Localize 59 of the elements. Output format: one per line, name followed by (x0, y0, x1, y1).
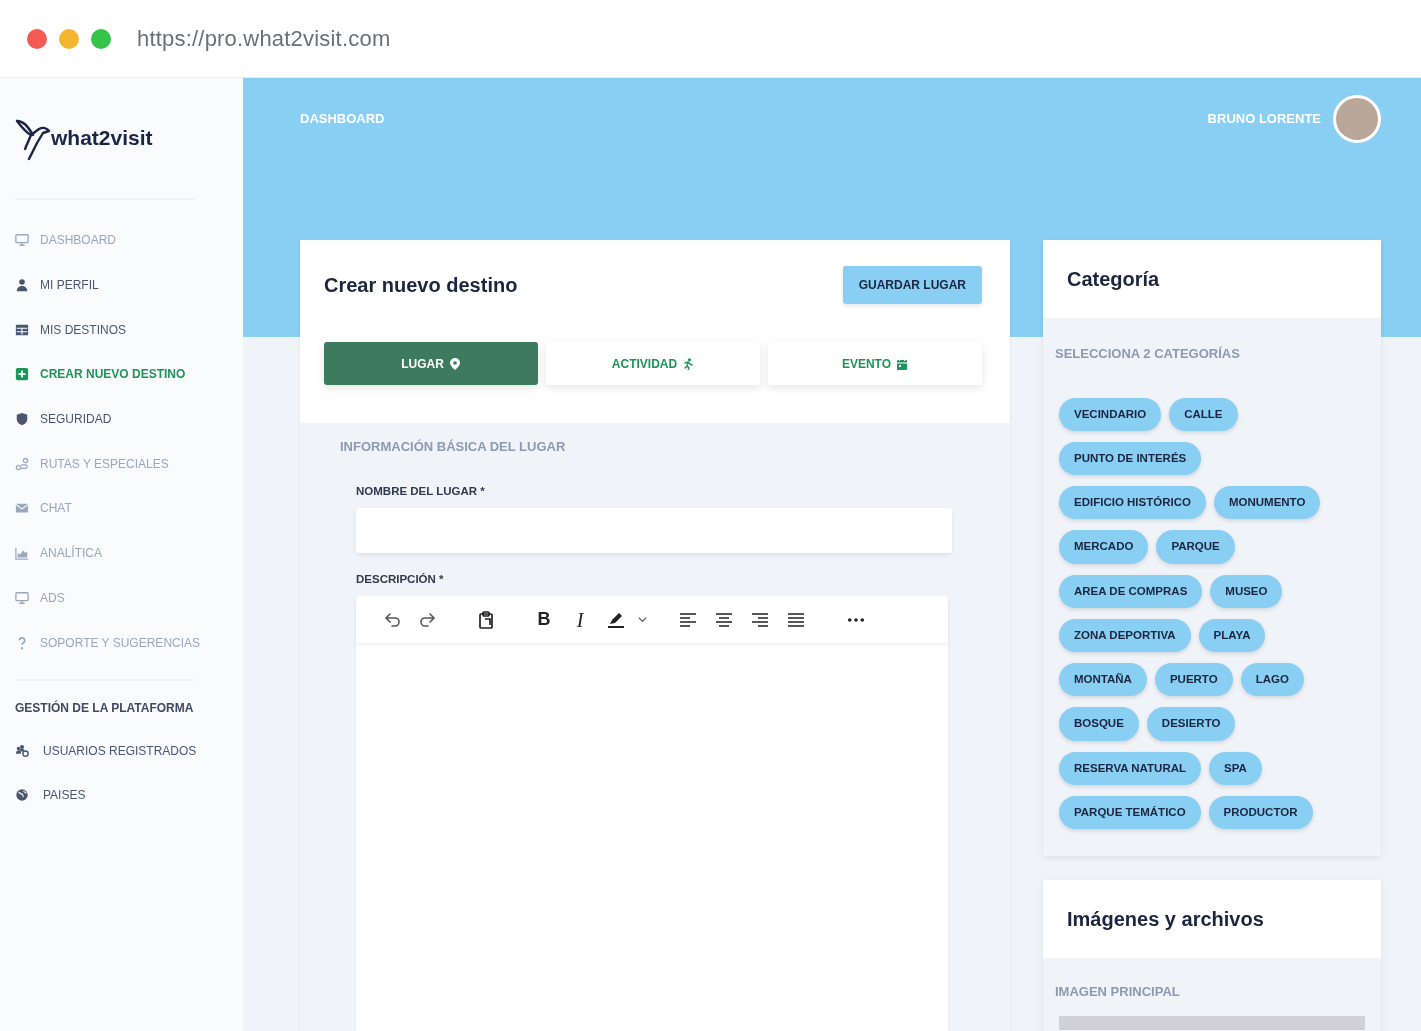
italic-button[interactable]: I (562, 604, 598, 635)
category-chip[interactable]: MERCADO (1059, 530, 1149, 564)
field-label: DESCRIPCIÓN * (356, 571, 445, 587)
address-bar-url[interactable]: https://pro.what2visit.com (137, 22, 391, 55)
name-input-field[interactable] (356, 507, 952, 553)
category-chip[interactable]: PLAYA (1198, 618, 1266, 652)
maximize-window-icon[interactable] (91, 28, 111, 49)
category-chip[interactable]: LAGO (1240, 663, 1304, 697)
plus-square-icon (15, 367, 29, 382)
shield-icon (15, 412, 29, 427)
route-icon (15, 456, 29, 471)
category-chip[interactable]: MONUMENTO (1213, 486, 1321, 520)
field-label: NOMBRE DEL LUGAR * (356, 483, 486, 499)
running-person-icon (682, 358, 695, 371)
close-window-icon[interactable] (27, 28, 47, 49)
sidebar-item[interactable]: MI PERFIL (15, 262, 228, 308)
save-button[interactable]: GUARDAR LUGAR (842, 266, 982, 304)
category-chip[interactable]: AREA DE COMPRAS (1059, 574, 1203, 608)
category-chip[interactable]: MUSEO (1210, 574, 1283, 608)
category-chip[interactable]: PUNTO DE INTERÉS (1059, 441, 1202, 475)
category-chip[interactable]: PARQUE (1156, 530, 1235, 564)
category-hint: SELECCIONA 2 CATEGORÍAS (1054, 345, 1241, 363)
category-chip[interactable]: ZONA DEPORTIVA (1059, 618, 1191, 652)
type-tab[interactable]: ACTIVIDAD (546, 342, 760, 385)
card-title: Imágenes y archivos (1067, 907, 1265, 932)
category-chip[interactable]: SPA (1209, 751, 1262, 785)
section-heading: INFORMACIÓN BÁSICA DEL LUGAR (340, 438, 567, 456)
section-heading: GESTIÓN DE LA PLATAFORMA (15, 699, 195, 717)
user-icon (15, 278, 29, 293)
calendar-icon (896, 358, 909, 371)
table-icon (15, 322, 29, 337)
category-chip[interactable]: PARQUE TEMÁTICO (1059, 795, 1201, 829)
sidebar-item[interactable]: SEGURIDAD (15, 396, 228, 442)
category-chip[interactable]: MONTAÑA (1059, 663, 1147, 697)
category-chip[interactable]: PUERTO (1154, 663, 1233, 697)
monitor-icon (15, 233, 29, 248)
sidebar-item[interactable]: USUARIOS REGISTRADOS (15, 728, 228, 773)
category-chip[interactable]: BOSQUE (1059, 707, 1139, 741)
category-chip[interactable]: RESERVA NATURAL (1059, 751, 1202, 785)
category-chip[interactable]: CALLE (1169, 397, 1238, 431)
category-chip[interactable]: VECINDARIO (1059, 397, 1162, 431)
category-chip[interactable]: DESIERTO (1146, 707, 1236, 741)
users-icon (15, 743, 29, 758)
field-label: IMAGEN PRINCIPAL (1054, 983, 1181, 1001)
type-tab[interactable]: EVENTO (768, 342, 982, 385)
sidebar-item[interactable]: CREAR NUEVO DESTINO (15, 352, 228, 397)
category-chip[interactable]: PRODUCTOR (1208, 795, 1313, 829)
area-chart-icon (15, 546, 29, 561)
sidebar-item[interactable]: PAISES (15, 772, 228, 817)
logo-wordmark: what2visit (51, 125, 153, 152)
card-title: Categoría (1067, 267, 1161, 292)
category-chip[interactable]: EDIFICIO HISTÓRICO (1059, 486, 1206, 520)
monitor-icon (15, 590, 29, 605)
rich-text-editor[interactable]: B I (356, 596, 948, 1031)
pin-icon (448, 358, 461, 371)
sidebar-item[interactable]: MIS DESTINOS (15, 307, 228, 353)
bold-button[interactable]: B (526, 604, 562, 635)
type-tab[interactable]: LUGAR (324, 342, 538, 385)
card-title: Crear nuevo destino (324, 273, 518, 297)
